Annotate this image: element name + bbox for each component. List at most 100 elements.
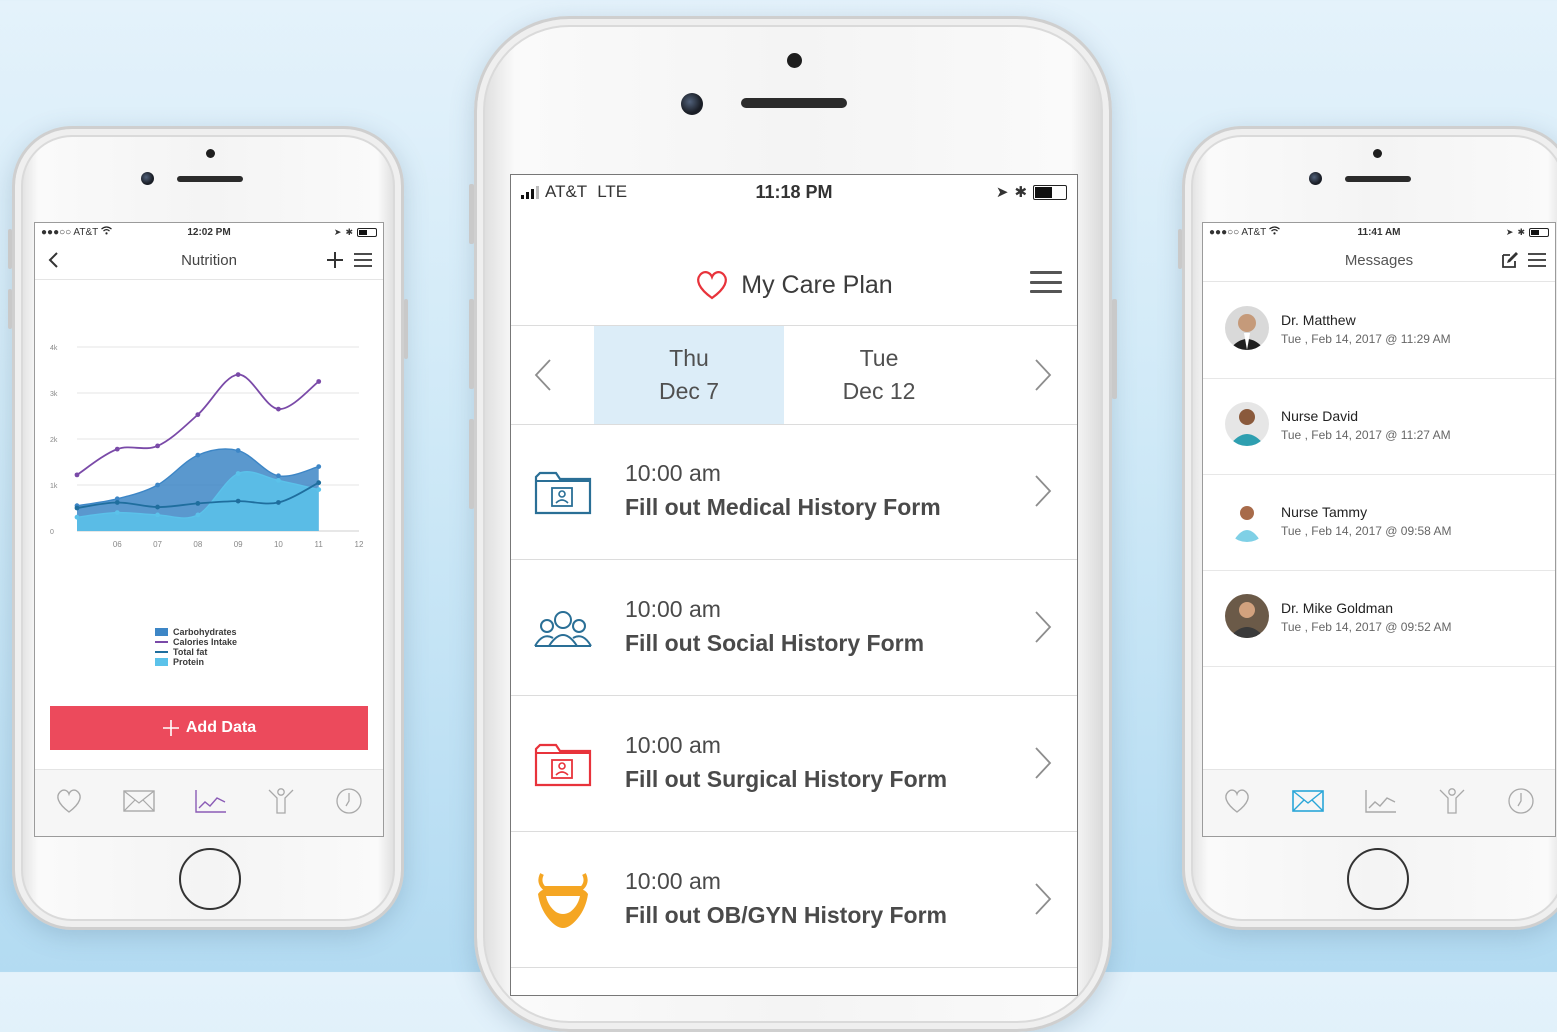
tab-fitness[interactable]: [267, 787, 295, 820]
legend-label: Protein: [173, 657, 205, 667]
bluetooth-icon: ✱: [345, 226, 354, 237]
nav-bar: Nutrition: [35, 241, 383, 280]
left-phone-volume-button: [8, 289, 12, 329]
clock-icon: [336, 788, 362, 814]
message-item[interactable]: Dr. Matthew Tue , Feb 14, 2017 @ 11:29 A…: [1203, 282, 1555, 379]
task-name: Fill out Surgical History Form: [625, 766, 948, 792]
data-point-carbohydrates: [235, 448, 241, 453]
message-item[interactable]: Nurse Tammy Tue , Feb 14, 2017 @ 09:58 A…: [1203, 474, 1555, 571]
task-name: Fill out Social History Form: [625, 630, 925, 656]
signal-icon: [521, 185, 539, 199]
tab-clock[interactable]: [335, 787, 363, 820]
chevron-right-icon: [1033, 610, 1053, 649]
legend-swatch: [155, 628, 168, 636]
message-sender: Dr. Mike Goldman: [1281, 600, 1394, 616]
left-phone-side-button: [404, 299, 408, 359]
date-item-selected[interactable]: Thu Dec 7: [594, 326, 784, 424]
left-phone-screen: ●●●○○ AT&T 12:02 PM ➤ ✱ Nutrition 0 1k 2…: [34, 222, 384, 837]
legend-label: Total fat: [173, 647, 208, 657]
tab-bar: [35, 769, 383, 836]
social-group-icon: [531, 598, 595, 658]
tab-fitness[interactable]: [1438, 787, 1466, 820]
center-phone-frame: AT&T LTE 11:18 PM ➤ ✱ My Care Plan Thu D…: [469, 16, 1117, 1032]
left-phone-frame: ●●●○○ AT&T 12:02 PM ➤ ✱ Nutrition 0 1k 2…: [8, 126, 408, 930]
compose-button[interactable]: [1501, 251, 1519, 274]
tab-mail[interactable]: [123, 790, 155, 817]
right-phone-screen: ●●●○○ AT&T 11:41 AM ➤ ✱ Messages Dr. Mat…: [1202, 222, 1556, 837]
left-phone-home-button[interactable]: [179, 848, 241, 910]
mail-icon: [123, 790, 155, 812]
avatar: [1225, 498, 1269, 542]
data-point-total-fat: [114, 500, 120, 505]
heart-icon: [697, 271, 728, 300]
menu-button[interactable]: [351, 248, 375, 272]
right-phone-sensor: [1373, 149, 1382, 158]
menu-button[interactable]: [1527, 252, 1547, 273]
data-point-carbohydrates: [155, 482, 160, 488]
battery-icon: [1033, 184, 1068, 200]
data-point-calories-intake: [114, 446, 120, 452]
data-point-total-fat: [276, 500, 281, 505]
legend-label: Carbohydrates: [173, 627, 237, 637]
status-time: 11:18 PM: [755, 181, 833, 202]
task-name: Fill out OB/GYN History Form: [625, 902, 948, 928]
message-timestamp: Tue , Feb 14, 2017 @ 11:29 AM: [1281, 332, 1451, 346]
y-tick-label: 2k: [50, 437, 58, 444]
date-date: Dec 7: [658, 378, 720, 404]
message-item[interactable]: Nurse David Tue , Feb 14, 2017 @ 11:27 A…: [1203, 378, 1555, 475]
x-tick-label: 06: [113, 540, 122, 549]
add-button[interactable]: [323, 248, 347, 272]
menu-button[interactable]: [1030, 271, 1062, 293]
center-phone-camera: [681, 93, 703, 115]
data-point-carbohydrates: [316, 464, 322, 469]
task-item[interactable]: 10:00 am Fill out OB/GYN History Form: [511, 832, 1077, 968]
tab-clock[interactable]: [1507, 787, 1535, 820]
tab-mail[interactable]: [1292, 790, 1324, 817]
plus-icon: [162, 720, 179, 736]
x-tick-label: 11: [315, 540, 324, 549]
chevron-right-icon: [1033, 882, 1053, 921]
data-point-calories-intake: [276, 406, 281, 412]
data-point-protein: [155, 512, 160, 518]
tab-chart[interactable]: [1365, 789, 1397, 818]
wifi-icon: [1269, 226, 1281, 238]
date-item[interactable]: Tue Dec 12: [784, 326, 974, 424]
right-phone-home-button[interactable]: [1347, 848, 1409, 910]
hamburger-icon: [1528, 253, 1546, 267]
task-time: 10:00 am: [625, 460, 721, 486]
date-day: Tue: [859, 345, 899, 371]
prev-date-button[interactable]: [533, 358, 553, 397]
data-point-total-fat: [195, 501, 201, 506]
add-data-button[interactable]: Add Data: [50, 706, 368, 750]
left-phone-speaker: [177, 176, 243, 182]
fitness-icon: [1439, 788, 1465, 814]
data-point-calories-intake: [74, 472, 80, 478]
left-phone-volume-button: [8, 229, 12, 269]
task-item[interactable]: 10:00 am Fill out Surgical History Form: [511, 696, 1077, 832]
tab-chart[interactable]: [195, 789, 227, 818]
message-item[interactable]: Dr. Mike Goldman Tue , Feb 14, 2017 @ 09…: [1203, 570, 1555, 667]
hamburger-icon: [354, 253, 372, 267]
y-tick-label: 1k: [50, 483, 58, 490]
mail-icon: [1292, 790, 1324, 812]
legend-item: Calories Intake: [155, 637, 237, 647]
tab-heart[interactable]: [1223, 788, 1251, 819]
data-point-protein: [195, 512, 201, 518]
message-sender: Nurse David: [1281, 408, 1359, 424]
y-tick-label: 0: [50, 529, 54, 536]
task-item[interactable]: 10:00 am Fill out Social History Form: [511, 560, 1077, 696]
status-time: 12:02 PM: [187, 226, 231, 238]
chevron-right-icon: [1033, 746, 1053, 785]
data-point-total-fat: [155, 504, 160, 510]
location-icon: ➤: [995, 184, 1009, 201]
task-item[interactable]: 10:00 am Fill out Medical History Form: [511, 424, 1077, 560]
tab-heart[interactable]: [55, 788, 83, 819]
legend-swatch: [155, 651, 168, 653]
heart-icon: [57, 789, 81, 813]
chevron-right-icon: [1035, 359, 1052, 391]
carrier-label: ●●●○○ AT&T: [41, 226, 99, 238]
data-point-calories-intake: [235, 372, 241, 377]
next-date-button[interactable]: [1033, 358, 1053, 397]
right-phone-volume-button: [1178, 229, 1182, 269]
data-point-protein: [235, 471, 241, 476]
